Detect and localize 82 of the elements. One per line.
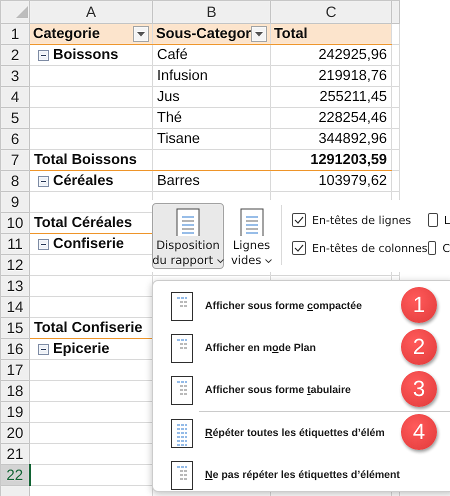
number-badge: 1 <box>401 287 437 323</box>
check-icon <box>294 216 304 224</box>
filter-dropdown-button[interactable] <box>251 26 267 42</box>
row-number[interactable]: 22 <box>0 464 30 486</box>
row-number[interactable]: 19 <box>0 402 30 422</box>
row-number[interactable]: 20 <box>0 422 30 444</box>
table-cell: Jus <box>157 89 180 105</box>
table-cell: Infusion <box>157 68 208 84</box>
row-number[interactable]: 4 <box>0 86 30 108</box>
row-number[interactable]: 13 <box>0 276 30 296</box>
table-cell: Barres <box>157 173 200 189</box>
checkbox[interactable]: En-têtes de colonnes <box>292 241 428 255</box>
column-header[interactable]: B <box>152 0 270 24</box>
layout-icon <box>171 334 193 362</box>
filter-dropdown-button[interactable] <box>133 26 149 42</box>
row-number[interactable]: 2 <box>0 44 30 66</box>
table-cell: Café <box>157 47 188 63</box>
row-number[interactable]: 18 <box>0 380 30 402</box>
row-number[interactable]: 9 <box>0 192 30 212</box>
document-icon <box>176 208 200 236</box>
row-number[interactable]: 11 <box>0 234 30 254</box>
checkbox[interactable]: L <box>428 213 450 227</box>
collapse-icon[interactable] <box>38 176 49 186</box>
chevron-icon <box>216 259 224 264</box>
collapse-icon[interactable] <box>38 344 49 354</box>
table-cell: Confiserie <box>53 236 124 252</box>
row-number[interactable]: 10 <box>0 212 30 234</box>
row-number[interactable]: 5 <box>0 108 30 128</box>
table-cell: Total Boissons <box>34 152 137 168</box>
table-cell: 1291203,59 <box>310 152 387 168</box>
table-header: Sous-Categor <box>156 26 252 42</box>
ribbon-button[interactable]: Disposition du rapport <box>152 203 224 269</box>
table-cell: Total Confiserie <box>34 320 142 336</box>
layout-icon <box>171 292 193 320</box>
row-number[interactable]: 8 <box>0 170 30 192</box>
table-cell: Céréales <box>53 173 114 189</box>
row-number[interactable]: 3 <box>0 66 30 86</box>
menu-item[interactable]: Afficher sous forme tabulaire 3 <box>153 369 450 411</box>
row-number[interactable]: 15 <box>0 318 30 338</box>
table-header: Total <box>274 26 308 42</box>
ribbon-button[interactable]: Lignes vides <box>226 203 278 269</box>
layout-icon <box>171 460 193 490</box>
table-cell: 255211,45 <box>320 89 387 105</box>
number-badge: 2 <box>401 329 437 365</box>
column-header[interactable]: A <box>30 0 152 24</box>
table-cell: Epicerie <box>53 341 110 357</box>
row-number[interactable]: 17 <box>0 360 30 380</box>
menu-item[interactable]: Ne pas répéter les étiquettes d’élément <box>153 454 450 496</box>
table-header: Categorie <box>33 26 100 42</box>
menu-item[interactable]: Afficher en mode Plan 2 <box>153 327 450 369</box>
document-icon <box>240 208 264 236</box>
collapse-icon[interactable] <box>38 50 49 60</box>
table-cell: 242925,96 <box>318 47 387 63</box>
table-cell: 228254,46 <box>318 110 387 126</box>
table-cell: 219918,76 <box>318 68 387 84</box>
row-number[interactable]: 6 <box>0 128 30 150</box>
checkbox[interactable]: C <box>428 241 450 255</box>
layout-icon <box>171 376 193 404</box>
table-cell: 344892,96 <box>318 131 387 147</box>
caret-icon <box>137 32 145 36</box>
table-cell: Total Céréales <box>34 215 132 231</box>
row-number[interactable]: 7 <box>0 150 30 170</box>
menu-item[interactable]: Répéter toutes les étiquettes d’élém 4 <box>153 412 450 454</box>
caret-icon <box>255 32 264 36</box>
column-header[interactable]: C <box>270 0 392 24</box>
number-badge: 4 <box>401 414 437 450</box>
row-number[interactable]: 12 <box>0 254 30 276</box>
row-number[interactable]: 14 <box>0 296 30 318</box>
table-cell: Thé <box>157 110 182 126</box>
table-cell: Tisane <box>157 131 200 147</box>
layout-icon <box>171 418 193 448</box>
table-cell: Boissons <box>53 47 118 63</box>
number-badge: 3 <box>401 371 437 407</box>
row-number[interactable]: 16 <box>0 338 30 360</box>
table-cell: 103979,62 <box>318 173 387 189</box>
checkbox[interactable]: En-têtes de lignes <box>292 213 428 227</box>
chevron-icon <box>265 259 272 264</box>
row-number[interactable]: 1 <box>0 24 30 44</box>
row-number[interactable]: 21 <box>0 444 30 464</box>
check-icon <box>294 244 304 252</box>
menu-item[interactable]: Afficher sous forme compactée 1 <box>153 285 450 327</box>
collapse-icon[interactable] <box>38 238 49 250</box>
